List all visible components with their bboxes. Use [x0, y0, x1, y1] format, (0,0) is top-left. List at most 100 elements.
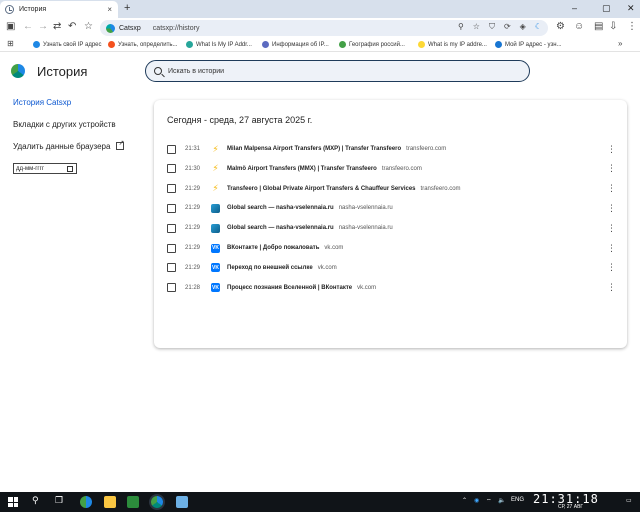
entry-title[interactable]: Transfeero | Global Private Airport Tran… — [227, 186, 416, 192]
sync-icon[interactable]: ⟳ — [504, 22, 511, 32]
profile-icon[interactable]: ☺ — [574, 21, 584, 32]
entry-link[interactable]: Global search — nasha-vselennaia.ru nasha… — [227, 225, 393, 231]
bookmark-item[interactable]: What Is My IP Addr... — [186, 41, 252, 48]
extensions-icon[interactable]: ⚙ — [556, 21, 565, 32]
search-input[interactable] — [168, 67, 508, 75]
bookmark-favicon-icon — [186, 41, 193, 48]
clock-date[interactable]: СР, 27 АВГ — [558, 504, 583, 510]
entry-checkbox[interactable] — [167, 283, 176, 293]
bookmark-item[interactable]: Узнать свой IP адрес — [33, 41, 102, 48]
night-mode-icon[interactable]: ☾ — [535, 22, 542, 32]
address-bar[interactable]: Catsxp catsxp://history ⚲ ☆ ⛉ ⟳ ◈ ☾ — [100, 20, 548, 36]
entry-title[interactable]: Global search — nasha-vselennaia.ru — [227, 205, 334, 211]
tab-history[interactable]: История × — [0, 1, 118, 18]
catsxp-taskbar-icon[interactable] — [151, 496, 163, 508]
forward-icon[interactable]: → — [38, 21, 48, 32]
sidebar-item-clear-data[interactable]: Удалить данные браузера — [13, 139, 125, 151]
taskbar-search-icon[interactable]: ⚲ — [32, 495, 39, 506]
entry-more-menu-icon[interactable]: ⋮ — [607, 163, 616, 174]
entry-link[interactable]: ВКонтакте | Добро пожаловать vk.com — [227, 245, 343, 251]
wallet-icon[interactable]: ◈ — [520, 22, 526, 32]
entry-checkbox[interactable] — [167, 184, 176, 194]
entry-title[interactable]: Malmö Airport Transfers (MMX) | Transfer… — [227, 166, 377, 172]
volume-icon[interactable]: 🔈 — [498, 497, 505, 504]
edge-icon[interactable] — [80, 496, 92, 508]
menu-icon[interactable]: ⋮ — [627, 21, 637, 32]
notepad-icon[interactable] — [176, 496, 188, 508]
close-window-button[interactable]: ✕ — [627, 3, 635, 14]
entry-title[interactable]: Milan Malpensa Airport Transfers (MXP) |… — [227, 146, 401, 152]
entry-more-menu-icon[interactable]: ⋮ — [607, 144, 616, 155]
reader-icon[interactable]: ▤ — [594, 21, 603, 32]
task-view-icon[interactable]: ❐ — [55, 495, 63, 506]
entry-checkbox[interactable] — [167, 164, 176, 174]
history-entry[interactable]: 21:31 ⚡ Milan Malpensa Airport Transfers (… — [154, 139, 627, 159]
entry-more-menu-icon[interactable]: ⋮ — [607, 223, 616, 234]
entry-checkbox[interactable] — [167, 223, 176, 233]
entry-link[interactable]: Процесс познания Вселенной | ВКонтакте vk… — [227, 285, 376, 291]
download-icon[interactable]: ⇩ — [609, 21, 617, 32]
start-button[interactable] — [8, 497, 18, 507]
minimize-button[interactable]: – — [572, 3, 577, 13]
reload-icon[interactable]: ⇄ — [53, 21, 61, 32]
url-text[interactable]: catsxp://history — [153, 25, 200, 32]
sidebar-toggle-icon[interactable]: ▣ — [6, 21, 15, 32]
entry-title[interactable]: Global search — nasha-vselennaia.ru — [227, 225, 334, 231]
maximize-button[interactable]: ▢ — [602, 3, 611, 14]
star-icon[interactable]: ☆ — [473, 22, 480, 32]
entry-title[interactable]: Переход по внешней ссылке — [227, 265, 313, 271]
sidebar-item-other-devices[interactable]: Вкладки с других устройств — [13, 120, 116, 129]
undo-icon[interactable]: ↶ — [68, 21, 76, 32]
calendar-icon[interactable] — [67, 166, 73, 172]
history-entry[interactable]: 21:29 Global search — nasha-vselennaia.ru… — [154, 198, 627, 218]
notifications-icon[interactable]: ▭ — [626, 497, 632, 504]
file-explorer-icon[interactable] — [104, 496, 116, 508]
entry-more-menu-icon[interactable]: ⋮ — [607, 262, 616, 273]
entry-more-menu-icon[interactable]: ⋮ — [607, 243, 616, 254]
bookmark-item[interactable]: What is my IP addre... — [418, 41, 487, 48]
date-field[interactable]: дд-мм-гггг — [13, 163, 77, 174]
entry-checkbox[interactable] — [167, 243, 176, 253]
bookmark-star-icon[interactable]: ☆ — [84, 21, 93, 32]
site-chip[interactable]: Catsxp — [100, 23, 141, 33]
new-tab-button[interactable]: + — [124, 2, 130, 14]
media-player-icon[interactable] — [127, 496, 139, 508]
entry-title[interactable]: ВКонтакте | Добро пожаловать — [227, 245, 319, 251]
bookmark-favicon-icon — [262, 41, 269, 48]
entry-link[interactable]: Переход по внешней ссылке vk.com — [227, 265, 337, 271]
history-entry[interactable]: 21:28 VK Процесс познания Вселенной | ВКон… — [154, 278, 627, 298]
history-entry[interactable]: 21:29 Global search — nasha-vselennaia.ru… — [154, 218, 627, 238]
entry-link[interactable]: Transfeero | Global Private Airport Tran… — [227, 186, 461, 192]
entry-more-menu-icon[interactable]: ⋮ — [607, 282, 616, 293]
entry-more-menu-icon[interactable]: ⋮ — [607, 183, 616, 194]
sidebar-item-history[interactable]: История Catsxp — [13, 98, 71, 107]
show-hidden-icons[interactable]: ⌃ — [462, 497, 467, 504]
back-icon[interactable]: ← — [23, 21, 33, 32]
history-entry[interactable]: 21:30 ⚡ Malmö Airport Transfers (MMX) | Tr… — [154, 159, 627, 179]
entry-checkbox[interactable] — [167, 203, 176, 213]
entry-title[interactable]: Процесс познания Вселенной | ВКонтакте — [227, 285, 352, 291]
zoom-icon[interactable]: ⚲ — [458, 22, 464, 32]
apps-grid-icon[interactable]: ⊞ — [7, 39, 14, 48]
shield-icon[interactable]: ⛉ — [489, 22, 495, 32]
entry-checkbox[interactable] — [167, 144, 176, 154]
tab-close-icon[interactable]: × — [107, 5, 112, 14]
network-status-icon[interactable]: ◉ — [474, 497, 479, 504]
entry-link[interactable]: Malmö Airport Transfers (MMX) | Transfer… — [227, 166, 422, 172]
wifi-icon[interactable]: ⌔ — [486, 497, 492, 505]
history-entry[interactable]: 21:29 VK Переход по внешней ссылке vk.com ⋮ — [154, 258, 627, 278]
history-entry[interactable]: 21:29 VK ВКонтакте | Добро пожаловать vk.co… — [154, 238, 627, 258]
history-entry[interactable]: 21:29 ⚡ Transfeero | Global Private Airpor… — [154, 179, 627, 199]
more-bookmarks-icon[interactable]: » — [618, 39, 622, 48]
bookmark-item[interactable]: Информация об IP... — [262, 41, 329, 48]
history-search[interactable] — [145, 60, 530, 82]
entry-checkbox[interactable] — [167, 263, 176, 273]
bookmark-item[interactable]: Мой IP адрес - узн... — [495, 41, 562, 48]
bookmark-item[interactable]: Узнать, определить... — [108, 41, 177, 48]
page-title: История — [37, 64, 88, 79]
entry-link[interactable]: Global search — nasha-vselennaia.ru nasha… — [227, 205, 393, 211]
entry-link[interactable]: Milan Malpensa Airport Transfers (MXP) |… — [227, 146, 446, 152]
entry-more-menu-icon[interactable]: ⋮ — [607, 203, 616, 214]
language-indicator[interactable]: ENG — [511, 497, 524, 503]
bookmark-item[interactable]: География россий... — [339, 41, 405, 48]
